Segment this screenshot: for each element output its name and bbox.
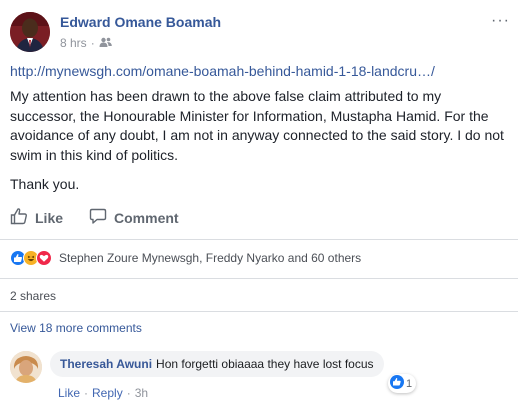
friends-audience-icon[interactable]: [99, 36, 112, 50]
reactions-summary[interactable]: Stephen Zoure Mynewsgh, Freddy Nyarko an…: [10, 250, 361, 266]
comment-bubble: Theresah Awuni Hon forgetti obiaaaa they …: [50, 351, 384, 377]
comment-bubble-icon: [89, 207, 107, 228]
post-body: http://mynewsgh.com/omane-boamah-behind-…: [10, 63, 508, 205]
comment-author[interactable]: Theresah Awuni: [60, 357, 152, 371]
like-label: Like: [35, 209, 64, 226]
post-actions: Like Comment: [10, 207, 179, 228]
divider: [0, 278, 518, 279]
comment-item: Theresah Awuni Hon forgetti obiaaaa they …: [10, 351, 510, 403]
separator: ·: [126, 386, 131, 400]
shares-count[interactable]: 2 shares: [10, 289, 56, 303]
post-paragraph-2: Thank you.: [10, 176, 80, 192]
divider: [0, 311, 518, 312]
post-header: Edward Omane Boamah 8 hrs · ···: [10, 12, 510, 56]
post-author-name[interactable]: Edward Omane Boamah: [60, 14, 221, 30]
comment-like-count: 1: [406, 377, 413, 390]
author-avatar[interactable]: [10, 12, 50, 52]
more-options-button[interactable]: ···: [491, 12, 510, 30]
reaction-icons: [10, 250, 52, 266]
comment-button[interactable]: Comment: [89, 207, 179, 228]
comment-label: Comment: [114, 209, 179, 226]
commenter-avatar[interactable]: [10, 351, 42, 383]
love-reaction-icon: [36, 250, 52, 266]
comment-like-button[interactable]: Like: [58, 386, 80, 400]
post-time[interactable]: 8 hrs: [60, 36, 87, 50]
like-button[interactable]: Like: [10, 207, 63, 228]
like-reaction-icon: [390, 375, 404, 392]
comment-reaction-count[interactable]: 1: [388, 374, 417, 393]
divider: [0, 239, 518, 240]
separator: ·: [84, 386, 89, 400]
comment-reply-button[interactable]: Reply: [92, 386, 123, 400]
post-meta: 8 hrs ·: [60, 36, 112, 50]
meta-separator: ·: [90, 36, 95, 50]
comment-actions: Like · Reply · 3h: [58, 386, 148, 400]
view-more-comments-link[interactable]: View 18 more comments: [10, 321, 142, 335]
post-link[interactable]: http://mynewsgh.com/omane-boamah-behind-…: [10, 63, 508, 79]
comment-text: Hon forgetti obiaaaa they have lost focu…: [156, 357, 374, 371]
thumbs-up-icon: [10, 207, 28, 228]
reactions-text[interactable]: Stephen Zoure Mynewsgh, Freddy Nyarko an…: [59, 251, 361, 265]
post-paragraph-1: My attention has been drawn to the above…: [10, 88, 504, 163]
comment-time[interactable]: 3h: [135, 386, 148, 400]
